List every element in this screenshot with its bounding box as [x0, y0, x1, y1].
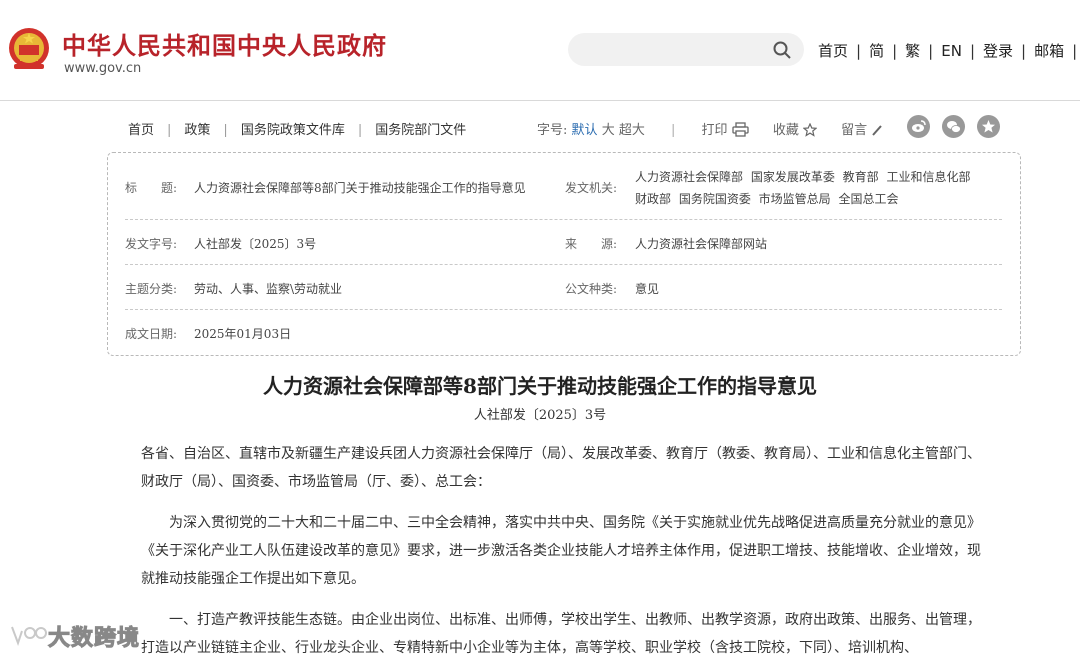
issuer-label: 发文机关:	[565, 181, 618, 195]
site-header: 中华人民共和国中央人民政府 www.gov.cn 首页 | 简 | 繁 | EN | 登录 | 邮箱…	[0, 0, 1080, 101]
wechat-icon	[947, 121, 961, 133]
issuer-value-line1: 人力资源社会保障部 国家发展改革委 教育部 工业和信息化部	[635, 170, 971, 184]
top-nav: 首页 | 简 | 繁 | EN | 登录 | 邮箱 |	[818, 40, 1080, 61]
topic-value: 劳动、人事、监察\劳动就业	[194, 282, 343, 296]
article-paragraph-3: 一、打造产教评技能生态链。由企业出岗位、出标准、出师傅，学校出学生、出教师、出教…	[141, 612, 981, 656]
breadcrumb-policy-library[interactable]: 国务院政策文件库	[241, 123, 345, 138]
watermark-logo-icon	[11, 626, 47, 646]
font-size-default[interactable]: 默认	[572, 123, 598, 138]
issuer-value-line2: 财政部 国务院国资委 市场监管总局 全国总工会	[635, 192, 899, 206]
title-value: 人力资源社会保障部等8部门关于推动技能强企工作的指导意见	[194, 181, 526, 195]
star-icon	[802, 123, 817, 137]
favorite-button[interactable]: 收藏	[773, 123, 817, 138]
nav-login[interactable]: 登录	[983, 42, 1013, 60]
date-label: 成文日期:	[125, 327, 178, 341]
nav-home[interactable]: 首页	[818, 42, 848, 60]
info-row-divider	[125, 219, 1002, 220]
doc-number-label: 发文字号:	[125, 237, 178, 251]
pencil-icon	[872, 125, 882, 136]
wechat-share-button[interactable]	[942, 115, 965, 138]
source-label: 来 源:	[565, 237, 618, 251]
weibo-icon	[912, 120, 926, 132]
title-label: 标 题:	[125, 181, 178, 195]
doc-type-value: 意见	[635, 282, 660, 296]
doc-type-label: 公文种类:	[565, 282, 618, 296]
font-size-large[interactable]: 大	[602, 123, 615, 138]
breadcrumb-policy[interactable]: 政策	[184, 123, 210, 138]
tools-separator: |	[671, 123, 676, 138]
article-doc-number: 人社部发〔2025〕3号	[473, 408, 607, 423]
date-value: 2025年01月03日	[194, 327, 292, 341]
article-tools: 字号: 默认 大 超大 | 打印 收藏 留言	[537, 119, 883, 138]
article-paragraph-2: 为深入贯彻党的二十大和二十届二中、三中全会精神，落实中共中央、国务院《关于实施就…	[141, 515, 981, 587]
nav-separator: |	[928, 42, 934, 60]
search-icon[interactable]	[772, 40, 792, 60]
topic-label: 主题分类:	[125, 282, 178, 296]
printer-icon	[731, 122, 749, 137]
weibo-share-button[interactable]	[907, 115, 930, 138]
info-row-divider	[125, 309, 1002, 310]
favorite-label: 收藏	[772, 123, 799, 138]
article-title: 人力资源社会保障部等8部门关于推动技能强企工作的指导意见	[263, 374, 817, 398]
breadcrumb-separator: |	[223, 123, 228, 138]
comment-label: 留言	[841, 123, 868, 138]
print-label: 打印	[701, 123, 728, 138]
site-title[interactable]: 中华人民共和国中央人民政府	[62, 26, 387, 61]
watermark-text: 大数跨境	[47, 626, 141, 652]
breadcrumb-department-docs[interactable]: 国务院部门文件	[375, 123, 466, 138]
nav-separator: |	[1021, 42, 1027, 60]
favorite-share-button[interactable]	[977, 115, 1000, 138]
breadcrumb: 首页 | 政策 | 国务院政策文件库 | 国务院部门文件	[128, 119, 466, 138]
site-url[interactable]: www.gov.cn	[64, 61, 141, 76]
breadcrumb-separator: |	[357, 123, 363, 138]
nav-simplified[interactable]: 简	[869, 42, 884, 60]
nav-english[interactable]: EN	[941, 42, 962, 60]
info-row-divider	[125, 264, 1002, 265]
source-value: 人力资源社会保障部网站	[635, 237, 768, 251]
nav-separator: |	[1072, 42, 1078, 60]
font-size-xlarge[interactable]: 超大	[619, 123, 645, 138]
nav-mail[interactable]: 邮箱	[1034, 42, 1064, 60]
national-emblem-icon[interactable]	[6, 26, 52, 72]
nav-separator: |	[892, 42, 898, 60]
breadcrumb-separator: |	[167, 123, 172, 138]
article-paragraph-1: 各省、自治区、直辖市及新疆生产建设兵团人力资源社会保障厅（局）、发展改革委、教育…	[141, 446, 981, 490]
doc-number-value: 人社部发〔2025〕3号	[194, 237, 317, 251]
nav-traditional[interactable]: 繁	[905, 42, 920, 60]
nav-separator: |	[969, 42, 975, 60]
breadcrumb-home[interactable]: 首页	[128, 123, 154, 138]
font-size-label: 字号:	[537, 123, 568, 138]
search-input[interactable]	[568, 33, 804, 66]
comment-button[interactable]: 留言	[841, 123, 883, 138]
nav-separator: |	[856, 42, 862, 60]
star-share-icon	[982, 120, 995, 133]
print-button[interactable]: 打印	[701, 122, 749, 138]
